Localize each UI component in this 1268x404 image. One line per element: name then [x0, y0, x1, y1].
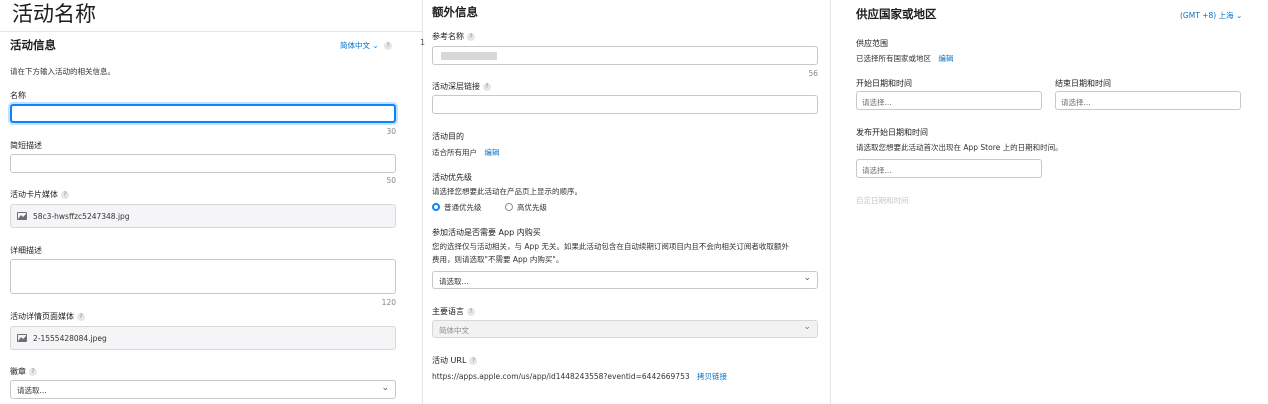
priority-radio-normal[interactable]: 普通优先级: [432, 202, 482, 213]
publish-datetime-label: 发布开始日期和时间: [856, 128, 928, 137]
card-media-label: 活动卡片媒体?: [10, 189, 69, 200]
ref-name-input[interactable]: [432, 46, 818, 65]
header-divider: [0, 31, 422, 32]
chevron-down-icon: ⌄: [803, 273, 811, 283]
iap-desc-line1: 您的选择仅与活动相关，与 App 无关。如果此活动包含在自动续期订阅项目内且不会…: [432, 242, 789, 251]
iap-desc-line2: 费用，则请选取"不需要 App 内购买"。: [432, 255, 564, 264]
deep-link-label-text: 活动深层链接: [432, 82, 480, 91]
page-title: 活动名称: [12, 2, 96, 26]
primary-lang-label-text: 主要语言: [432, 307, 464, 316]
range-edit-link[interactable]: 编辑: [938, 54, 953, 63]
chevron-down-icon: ⌄: [372, 41, 379, 50]
language-selector[interactable]: 简体中文 ⌄ ?: [340, 40, 393, 51]
range-value-row: 已选择所有国家或地区 编辑: [856, 53, 953, 64]
detail-desc-label: 详细描述: [10, 246, 42, 255]
deep-link-input[interactable]: [432, 95, 818, 114]
help-icon[interactable]: ?: [467, 33, 475, 41]
primary-lang-select[interactable]: 简体中文 ⌄: [432, 320, 818, 338]
end-datetime-label: 结束日期和时间: [1055, 79, 1111, 88]
column-divider: [422, 0, 423, 404]
help-icon[interactable]: ?: [467, 308, 475, 316]
badge-label-text: 徽章: [10, 367, 26, 376]
purpose-edit-link[interactable]: 编辑: [484, 148, 499, 157]
image-icon: [17, 212, 27, 220]
name-input[interactable]: [10, 104, 396, 123]
badge-select-value: 请选取...: [17, 386, 47, 395]
badge-label: 徽章?: [10, 366, 37, 377]
section-title-event-info: 活动信息: [10, 38, 56, 52]
start-datetime-label: 开始日期和时间: [856, 79, 912, 88]
url-row: https://apps.apple.com/us/app/id14482435…: [432, 371, 727, 382]
deep-link-label: 活动深层链接?: [432, 81, 491, 92]
range-label: 供应范围: [856, 39, 888, 48]
ref-name-label: 参考名称?: [432, 31, 475, 42]
priority-label: 活动优先级: [432, 173, 472, 182]
primary-lang-label: 主要语言?: [432, 306, 475, 317]
help-icon[interactable]: ?: [77, 313, 85, 321]
language-label: 简体中文: [340, 41, 370, 50]
ref-name-char-count: 56: [808, 69, 818, 78]
radio-unselected-icon: [505, 203, 513, 211]
intro-text: 请在下方输入活动的相关信息。: [10, 67, 115, 76]
purpose-value: 适合所有用户: [432, 148, 477, 157]
help-icon[interactable]: ?: [61, 191, 69, 199]
detail-desc-char-count: 120: [381, 298, 396, 307]
timezone-selector[interactable]: (GMT +8) 上海 ⌄: [1180, 10, 1242, 21]
help-icon[interactable]: ?: [483, 83, 491, 91]
ref-name-label-text: 参考名称: [432, 32, 464, 41]
card-media-label-text: 活动卡片媒体: [10, 190, 58, 199]
iap-label: 参加活动是否需要 App 内购买: [432, 228, 541, 237]
url-label: 活动 URL?: [432, 355, 478, 366]
help-icon[interactable]: ?: [469, 357, 478, 365]
image-icon: [17, 334, 27, 342]
purpose-label: 活动目的: [432, 132, 464, 141]
end-datetime-placeholder: 请选择...: [1061, 98, 1091, 107]
card-media-filename: 58c3-hwsffzc5247348.jpg: [33, 212, 130, 221]
short-desc-char-count: 50: [386, 176, 396, 185]
range-value: 已选择所有国家或地区: [856, 54, 931, 63]
short-desc-input[interactable]: [10, 154, 396, 173]
redacted-value: [441, 52, 497, 60]
iap-select[interactable]: 请选取... ⌄: [432, 271, 818, 289]
chevron-down-icon: ⌄: [803, 322, 811, 332]
publish-datetime-desc: 请选取您想要此活动首次出现在 App Store 上的日期和时间。: [856, 143, 1063, 152]
publish-datetime-placeholder: 请选择...: [862, 166, 892, 175]
priority-radio-high[interactable]: 高优先级: [505, 202, 547, 213]
event-url: https://apps.apple.com/us/app/id14482435…: [432, 372, 690, 381]
short-desc-label: 简短描述: [10, 141, 42, 150]
primary-lang-value: 简体中文: [439, 326, 469, 335]
radio-selected-icon: [432, 203, 440, 211]
timezone-label: (GMT +8) 上海: [1180, 11, 1234, 20]
detail-media-label-text: 活动详情页面媒体: [10, 312, 74, 321]
priority-option-high: 高优先级: [517, 203, 547, 212]
publish-datetime-input[interactable]: 请选择...: [856, 159, 1042, 178]
start-datetime-input[interactable]: 请选择...: [856, 91, 1042, 110]
custom-datetime-link[interactable]: 自定日期和时间: [856, 195, 909, 206]
card-media-file[interactable]: 58c3-hwsffzc5247348.jpg: [10, 204, 396, 228]
copy-link-button[interactable]: 拷贝链接: [697, 372, 727, 381]
section-title-availability: 供应国家或地区: [856, 7, 937, 21]
name-char-count: 30: [386, 127, 396, 136]
start-datetime-placeholder: 请选择...: [862, 98, 892, 107]
detail-media-filename: 2-1555428084.jpeg: [33, 334, 107, 343]
help-icon[interactable]: ?: [384, 42, 393, 50]
chevron-down-icon: ⌄: [381, 383, 389, 393]
name-label: 名称: [10, 91, 26, 100]
section-title-extra-info: 额外信息: [432, 5, 478, 19]
purpose-value-row: 适合所有用户 编辑: [432, 147, 499, 158]
badge-select[interactable]: 请选取... ⌄: [10, 380, 396, 399]
overflow-marker: 1: [420, 38, 426, 47]
url-label-text: 活动 URL: [432, 356, 467, 365]
detail-desc-input[interactable]: [10, 259, 396, 294]
priority-desc: 请选择您想要此活动在产品页上显示的顺序。: [432, 187, 582, 196]
help-icon[interactable]: ?: [29, 368, 37, 376]
chevron-down-icon: ⌄: [1235, 11, 1243, 20]
iap-select-value: 请选取...: [439, 277, 469, 286]
column-divider: [830, 0, 831, 404]
priority-option-normal: 普通优先级: [444, 203, 482, 212]
detail-media-file[interactable]: 2-1555428084.jpeg: [10, 326, 396, 350]
detail-media-label: 活动详情页面媒体?: [10, 311, 85, 322]
end-datetime-input[interactable]: 请选择...: [1055, 91, 1241, 110]
